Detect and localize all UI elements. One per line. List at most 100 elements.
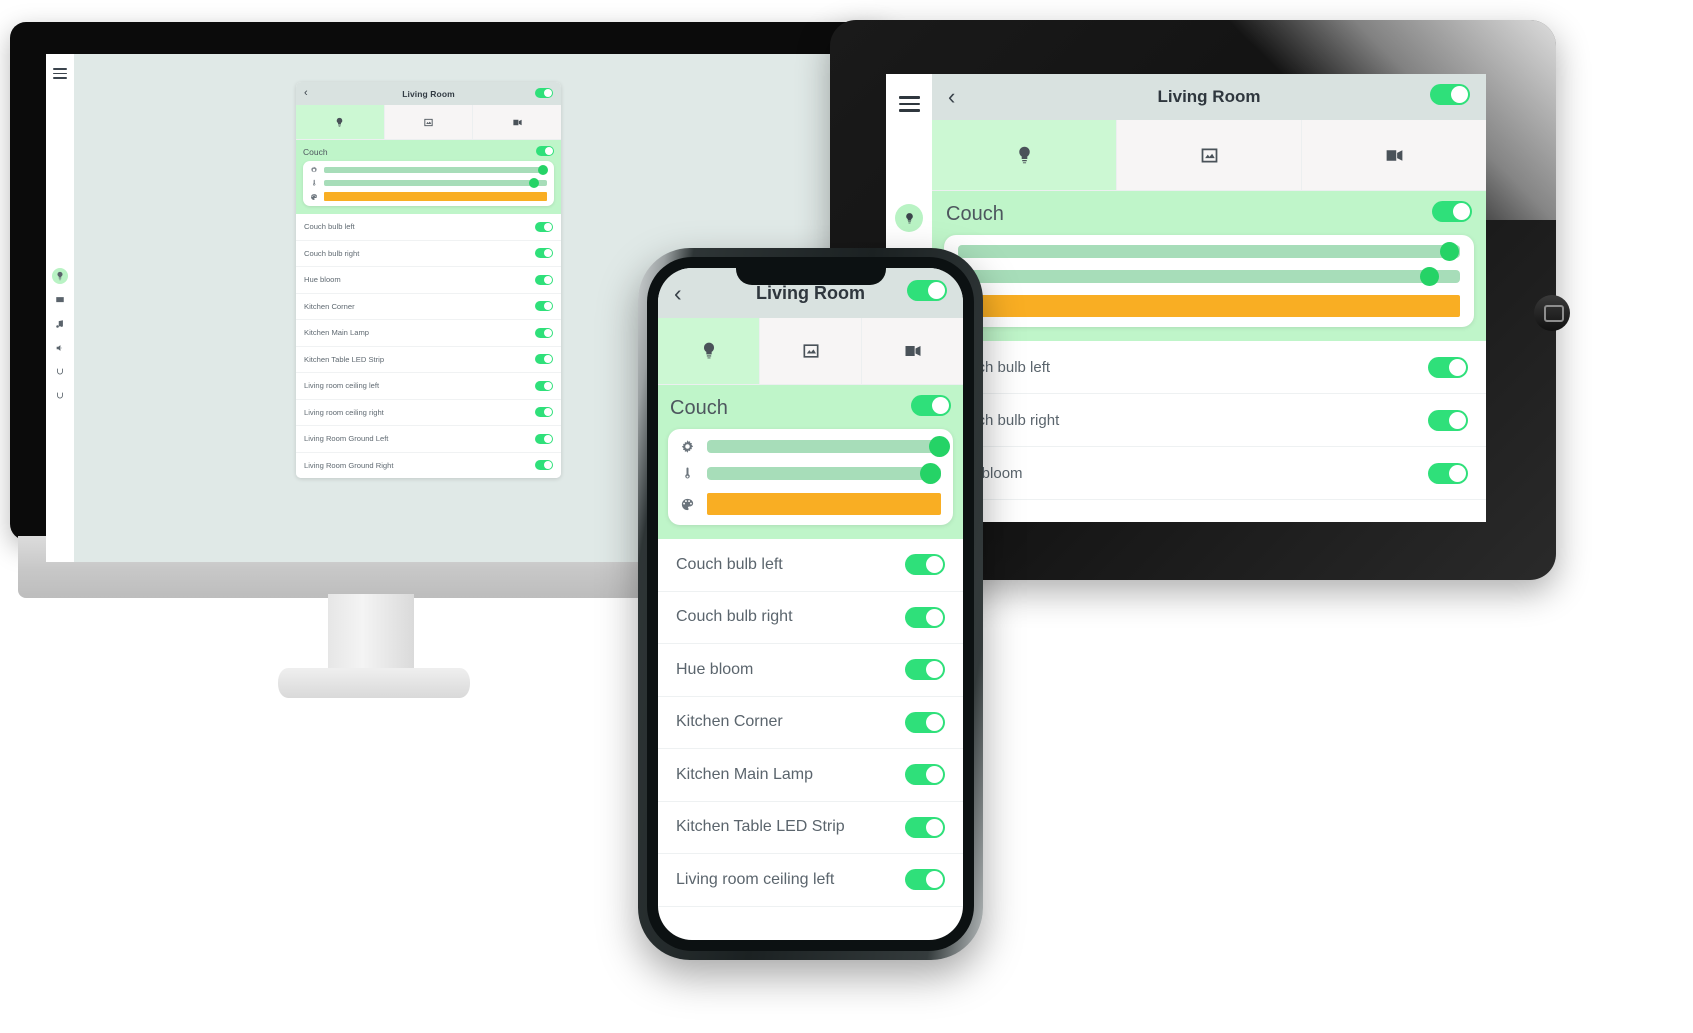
light-toggle[interactable] [535, 221, 553, 232]
list-item[interactable]: Living room ceiling left [658, 854, 963, 907]
phone-screen: ‹ Living Room Couch Couch bulb left Couc… [658, 268, 963, 940]
list-item[interactable]: Kitchen Corner [296, 294, 561, 320]
list-item[interactable]: Living Room Ground Left [296, 426, 561, 453]
light-toggle[interactable] [535, 354, 553, 365]
room-master-toggle[interactable] [1430, 84, 1470, 110]
hamburger-menu-icon[interactable] [899, 96, 920, 112]
monitor-base [278, 668, 470, 698]
list-item[interactable]: Hue bloom [296, 267, 561, 294]
light-name: Kitchen Main Lamp [676, 765, 813, 783]
hamburger-menu-icon[interactable] [53, 68, 67, 79]
slider-color[interactable] [958, 295, 1460, 317]
tab-camera[interactable] [473, 105, 561, 139]
list-item[interactable]: Couch bulb left [296, 214, 561, 241]
color-track[interactable] [707, 493, 941, 515]
light-toggle[interactable] [535, 248, 553, 259]
slider-brightness[interactable] [958, 242, 1460, 261]
sidebar-item-screens[interactable] [52, 292, 68, 308]
light-toggle[interactable] [905, 711, 945, 733]
slider-brightness[interactable] [680, 436, 951, 457]
list-item[interactable]: Hue bloom [932, 447, 1486, 500]
light-toggle[interactable] [905, 816, 945, 838]
group-header: Couch [303, 144, 554, 161]
monitor-neck [328, 594, 414, 678]
brightness-track[interactable] [958, 242, 1460, 261]
group-toggle[interactable] [911, 395, 951, 421]
list-item[interactable]: Kitchen Corner [658, 697, 963, 749]
list-item[interactable]: Couch bulb right [932, 394, 1486, 447]
light-toggle[interactable] [905, 554, 945, 576]
light-toggle[interactable] [905, 869, 945, 891]
light-toggle[interactable] [905, 659, 945, 681]
light-name: Kitchen Table LED Strip [304, 354, 385, 364]
tab-lights[interactable] [932, 120, 1117, 190]
slider-brightness[interactable] [310, 165, 549, 175]
tab-media[interactable] [384, 105, 474, 139]
sidebar-item-lights[interactable] [52, 268, 68, 284]
group-toggle[interactable] [536, 146, 554, 158]
light-toggle[interactable] [535, 460, 553, 471]
brightness-track[interactable] [707, 436, 951, 457]
light-toggle[interactable] [905, 764, 945, 786]
group-sliders [303, 161, 554, 206]
list-item[interactable]: Couch bulb left [658, 539, 963, 592]
list-item[interactable]: Living Room Ground Right [296, 453, 561, 479]
color-temperature-track[interactable] [707, 463, 941, 484]
tab-media[interactable] [1117, 120, 1302, 190]
sidebar-item-lights[interactable] [895, 204, 923, 232]
list-item[interactable]: Kitchen Main Lamp [658, 749, 963, 802]
list-item[interactable]: Couch bulb left [932, 341, 1486, 394]
tab-camera[interactable] [1302, 120, 1486, 190]
page-title: Living Room [402, 88, 455, 99]
room-master-toggle[interactable] [907, 280, 947, 306]
list-item[interactable]: Kitchen Table LED Strip [658, 802, 963, 854]
brightness-track[interactable] [324, 165, 549, 175]
slider-color-temperature[interactable] [958, 267, 1460, 286]
room-master-toggle[interactable] [535, 85, 553, 103]
light-toggle[interactable] [535, 407, 553, 418]
slider-color[interactable] [310, 192, 547, 201]
light-group-couch: Couch [658, 385, 963, 539]
light-toggle[interactable] [535, 301, 553, 312]
sidebar-item-music[interactable] [52, 316, 68, 332]
light-toggle[interactable] [535, 433, 553, 444]
color-temperature-track[interactable] [958, 267, 1460, 286]
tablet-tabs [932, 120, 1486, 191]
slider-color-temperature[interactable] [680, 463, 941, 484]
group-title: Couch [946, 202, 1004, 225]
list-item[interactable]: Living room ceiling right [296, 400, 561, 426]
slider-color[interactable] [680, 493, 941, 515]
palette-icon [681, 498, 694, 510]
lightbulb-icon [905, 212, 913, 223]
tab-media[interactable] [760, 318, 862, 384]
light-name: Living Room Ground Right [304, 460, 394, 470]
thermometer-icon [685, 467, 690, 479]
light-toggle[interactable] [905, 606, 945, 628]
color-temperature-track[interactable] [324, 178, 547, 188]
light-toggle[interactable] [535, 380, 553, 391]
desktop-app-card: ‹ Living Room Couch Couch bulb left Couc… [296, 82, 561, 478]
group-toggle[interactable] [1432, 201, 1472, 227]
list-item[interactable]: Couch bulb right [658, 592, 963, 644]
video-camera-icon [513, 119, 522, 125]
sidebar-item-scenes[interactable] [52, 364, 68, 380]
list-item[interactable]: Living room ceiling left [296, 373, 561, 400]
list-item[interactable]: Kitchen Table LED Strip [296, 347, 561, 373]
light-toggle[interactable] [535, 327, 553, 338]
light-toggle[interactable] [1428, 356, 1468, 378]
light-toggle[interactable] [535, 274, 553, 285]
video-camera-icon [905, 346, 920, 356]
color-track[interactable] [324, 192, 547, 201]
list-item[interactable]: Couch bulb right [296, 241, 561, 267]
sidebar-item-automations[interactable] [52, 388, 68, 404]
tab-lights[interactable] [658, 318, 760, 384]
list-item[interactable]: Kitchen Main Lamp [296, 320, 561, 347]
light-toggle[interactable] [1428, 462, 1468, 484]
tab-camera[interactable] [862, 318, 963, 384]
color-track[interactable] [958, 295, 1460, 317]
sidebar-item-volume[interactable] [52, 340, 68, 356]
slider-color-temperature[interactable] [310, 178, 547, 188]
tab-lights[interactable] [296, 105, 385, 139]
light-toggle[interactable] [1428, 409, 1468, 431]
list-item[interactable]: Hue bloom [658, 644, 963, 697]
